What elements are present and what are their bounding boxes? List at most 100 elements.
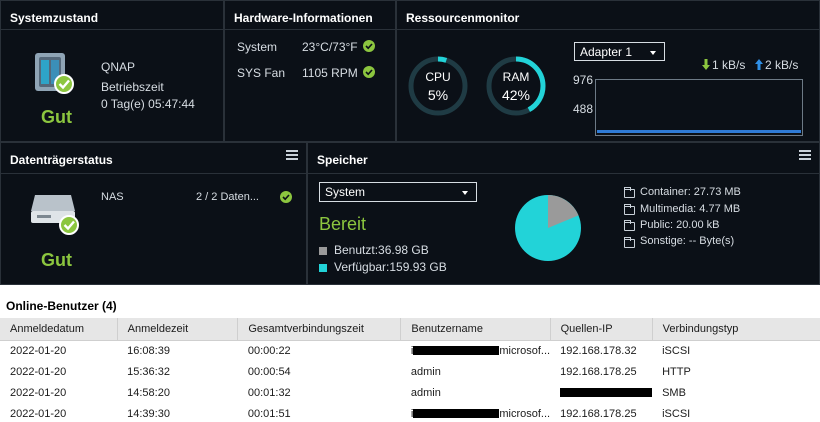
storage-status: Bereit (319, 214, 367, 234)
network-chart (595, 79, 803, 136)
folder-container: Container: 27.73 MB (640, 186, 741, 198)
cell-type: iSCSI (662, 407, 691, 420)
cell-date: 2022-01-20 (10, 386, 67, 399)
cell-total: 00:01:32 (247, 386, 291, 399)
check-icon (280, 191, 292, 203)
network-chart-line (597, 130, 801, 133)
resource-monitor-panel[interactable]: Ressourcenmonitor CPU 5% RAM 42% Adapter… (396, 0, 820, 142)
cell-user: i microsof... (401, 403, 550, 422)
system-status-value: Gut (41, 107, 72, 127)
disk-name: NAS (101, 191, 124, 203)
hw-fan-value: 1105 RPM (302, 66, 358, 80)
disk-status-value: Gut (41, 250, 72, 270)
list-menu-icon[interactable] (799, 150, 811, 160)
cell-date: 2022-01-20 (10, 365, 67, 378)
system-status-title: Systemzustand (10, 11, 99, 25)
download-arrow-icon (702, 59, 710, 70)
used-legend-swatch (319, 247, 327, 255)
table-row[interactable]: 2022-01-20 15:36:32 00:00:54 admin 192.168.1… (0, 361, 820, 382)
upload-arrow-icon (755, 59, 763, 70)
folder-public: Public: 20.00 kB (640, 219, 720, 231)
available-legend-swatch (319, 264, 327, 272)
resource-monitor-title: Ressourcenmonitor (406, 11, 520, 25)
cell-total: 00:00:54 (247, 365, 291, 378)
download-rate: 1 kB/s (712, 58, 746, 72)
cell-type: iSCSI (662, 344, 691, 357)
ram-label: RAM (502, 70, 530, 84)
table-row[interactable]: 2022-01-20 14:58:20 00:01:32 admin SMB (0, 382, 820, 403)
cell-type: SMB (662, 386, 686, 399)
folder-icon (624, 220, 635, 231)
chevron-down-icon (650, 51, 656, 55)
storage-panel[interactable]: Speicher System Bereit Benutzt:36.98 GB … (307, 142, 820, 285)
folder-multimedia: Multimedia: 4.77 MB (640, 203, 741, 215)
storage-available: Verfügbar:159.93 GB (334, 260, 447, 274)
table-row[interactable]: 2022-01-20 16:08:39 00:00:22 i microsof... 19… (0, 340, 820, 361)
check-icon (363, 66, 375, 78)
cell-total: 00:00:22 (247, 344, 291, 357)
disk-status-title: Datenträgerstatus (10, 153, 113, 167)
column-header[interactable]: Benutzername (400, 318, 551, 341)
storage-select[interactable]: System (319, 182, 477, 202)
adapter-select[interactable]: Adapter 1 (574, 42, 665, 61)
nas-device-icon (35, 53, 74, 94)
online-users-body: 2022-01-20 16:08:39 00:00:22 i microsof... 19… (0, 340, 820, 422)
user-suffix: microsof... (499, 407, 551, 420)
hardware-title: Hardware-Informationen (234, 11, 373, 25)
chart-tick-976: 976 (573, 73, 594, 87)
disk-drive-icon (31, 195, 79, 235)
cell-date: 2022-01-20 (10, 407, 67, 420)
column-header[interactable]: Gesamtverbindungszeit (237, 318, 402, 341)
chart-tick-488: 488 (573, 102, 594, 116)
cell-ip (550, 382, 653, 403)
cell-type: HTTP (662, 365, 691, 378)
disk-status-panel: Datenträgerstatus Gut NAS 2 / 2 Daten... (0, 142, 307, 285)
check-icon (363, 40, 375, 52)
adapter-select-value: Adapter 1 (580, 45, 633, 59)
list-menu-icon[interactable] (286, 150, 298, 160)
hw-system-value: 23°C/73°F (302, 40, 358, 54)
cell-time: 15:36:32 (127, 365, 170, 378)
redaction-bar (560, 388, 653, 398)
table-header-row: Anmeldedatum Anmeldezeit Gesamtverbindun… (0, 318, 820, 341)
ram-value: 42% (501, 87, 531, 103)
user-suffix: microsof... (499, 344, 551, 357)
hw-fan-label: SYS Fan (237, 66, 286, 80)
cpu-gauge: CPU 5% (407, 55, 469, 117)
disk-count[interactable]: 2 / 2 Daten... (196, 191, 259, 203)
column-header[interactable]: Quellen-IP (550, 318, 653, 341)
cell-time: 14:58:20 (127, 386, 170, 399)
redaction-bar (413, 346, 500, 356)
column-header[interactable]: Verbindungstyp (652, 318, 820, 341)
table-row[interactable]: 2022-01-20 14:39:30 00:01:51 i microsof... 19… (0, 403, 820, 422)
upload-rate: 2 kB/s (765, 58, 799, 72)
ram-gauge: RAM 42% (485, 55, 547, 117)
cell-date: 2022-01-20 (10, 344, 67, 357)
storage-used: Benutzt:36.98 GB (334, 243, 429, 257)
storage-pie-chart (515, 195, 581, 261)
storage-select-value: System (325, 185, 366, 199)
redaction-bar (413, 409, 500, 419)
cell-time: 14:39:30 (127, 407, 170, 420)
chevron-down-icon (462, 191, 468, 195)
online-users-title: Online-Benutzer (4) (6, 299, 117, 313)
cell-total: 00:01:51 (247, 407, 291, 420)
hardware-panel: Hardware-Informationen System 23°C/73°F … (224, 0, 396, 142)
cell-ip: 192.168.178.25 (560, 407, 637, 420)
cell-ip: 192.168.178.25 (560, 365, 637, 378)
hw-system-label: System (237, 40, 278, 54)
folder-other: Sonstige: -- Byte(s) (640, 235, 735, 247)
cell-time: 16:08:39 (127, 344, 170, 357)
device-name: QNAP (101, 60, 136, 74)
column-header[interactable]: Anmeldedatum (0, 318, 118, 341)
system-status-panel: Systemzustand Gut QNAP Betriebszeit 0 Ta… (0, 0, 224, 142)
online-users-table: Anmeldedatum Anmeldezeit Gesamtverbindun… (0, 318, 820, 422)
cell-user: admin (410, 365, 441, 378)
folder-icon (624, 187, 635, 198)
cpu-label: CPU (425, 70, 451, 84)
cell-user: admin (410, 386, 441, 399)
cell-user: i microsof... (401, 340, 550, 361)
folder-icon (624, 237, 635, 248)
column-header[interactable]: Anmeldezeit (117, 318, 239, 341)
cpu-value: 5% (427, 87, 449, 103)
